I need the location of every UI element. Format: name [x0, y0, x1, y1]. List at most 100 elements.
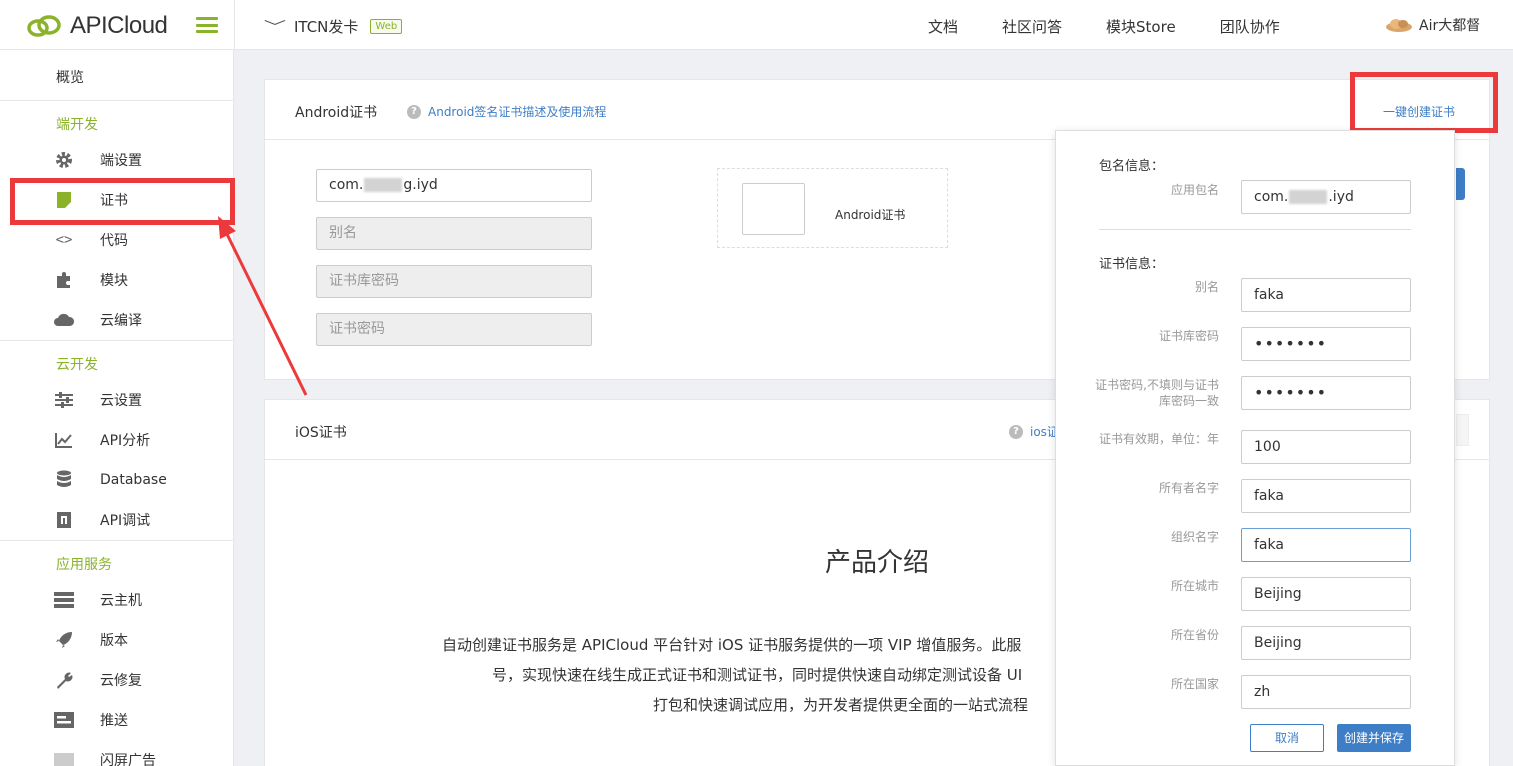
intro-line: 打包和快速调试应用，为开发者提供更全面的一站式流程 — [653, 696, 1029, 714]
chevron-down-icon: ﹀ — [263, 19, 287, 36]
sidebar-item-label: 推送 — [100, 713, 128, 729]
organization-field[interactable]: faka — [1241, 528, 1411, 562]
nav-community[interactable]: 社区问答 — [1002, 16, 1062, 37]
sidebar-item-overview[interactable]: 概览 — [56, 67, 84, 87]
field-label: 应用包名 — [1170, 183, 1219, 197]
sidebar-item-version[interactable]: 版本 — [0, 620, 234, 660]
sidebar-item-push[interactable]: 推送 — [0, 700, 234, 740]
province-field[interactable]: Beijing — [1241, 626, 1411, 660]
card-title: Android证书 — [295, 105, 378, 121]
cert-password-input[interactable]: 证书密码 — [316, 313, 592, 346]
puzzle-icon — [53, 269, 75, 291]
package-name-field[interactable]: com. .iyd — [1241, 180, 1411, 214]
top-nav: 文档 社区问答 模块Store 团队协作 — [928, 16, 1324, 37]
sliders-icon — [53, 389, 75, 411]
sidebar-item-api-debug[interactable]: API调试 — [0, 500, 234, 540]
sidebar-item-cloud-repair[interactable]: 云修复 — [0, 660, 234, 700]
cancel-button[interactable]: 取消 — [1250, 724, 1324, 752]
sidebar-item-label: 闪屏广告 — [100, 753, 156, 766]
package-name-input[interactable]: com. g.iyd — [316, 169, 592, 202]
section-cloud-dev: 云开发 — [56, 357, 98, 373]
package-suffix: .iyd — [412, 177, 438, 193]
nav-docs[interactable]: 文档 — [928, 16, 958, 37]
package-suffix: .iyd — [1328, 189, 1354, 205]
sidebar: 概览 端开发 端设置 证书 <> 代码 模块 云编译 云开发 云设置 API分析… — [0, 50, 234, 766]
package-prefix: com. — [329, 177, 364, 193]
package-prefix: com. — [1254, 189, 1289, 205]
push-icon — [53, 709, 75, 731]
alias-input[interactable]: 别名 — [316, 217, 592, 250]
top-bar: APICloud ﹀ ITCN发卡 Web 文档 社区问答 模块Store 团队… — [0, 0, 1513, 50]
sidebar-item-label: 模块 — [100, 273, 128, 289]
divider — [0, 100, 234, 101]
hamburger-menu-icon[interactable] — [196, 17, 218, 33]
server-icon — [53, 589, 75, 611]
divider — [0, 540, 234, 541]
field-label: 证书库密码 — [1158, 329, 1219, 343]
question-icon: ? — [407, 104, 421, 119]
sidebar-item-label: 云设置 — [100, 393, 142, 409]
redacted — [1289, 190, 1328, 204]
field-label: 证书有效期，单位：年 — [1098, 432, 1219, 446]
upload-box[interactable] — [742, 183, 805, 235]
cert-password-field[interactable]: ••••••• — [1241, 376, 1411, 410]
city-field[interactable]: Beijing — [1241, 577, 1411, 611]
cert-section-title: 证书信息： — [1099, 257, 1165, 272]
sidebar-item-label: 版本 — [100, 633, 128, 649]
field-label: 所在省份 — [1170, 628, 1219, 642]
web-badge: Web — [370, 19, 403, 34]
wrench-icon — [53, 669, 75, 691]
sidebar-item-label: API分析 — [100, 433, 151, 449]
user-menu[interactable]: Air大都督 — [1385, 15, 1480, 35]
sidebar-item-cloud-compile[interactable]: 云编译 — [0, 300, 234, 340]
partial-button[interactable] — [1456, 414, 1469, 446]
ios-help-link[interactable]: ? ios证 — [1009, 423, 1059, 440]
redacted — [364, 178, 403, 192]
project-name: ITCN发卡 — [294, 18, 359, 36]
highlight-box — [10, 178, 235, 225]
gear-icon — [53, 149, 75, 171]
package-mid: g — [403, 177, 413, 193]
sidebar-item-api-analysis[interactable]: API分析 — [0, 420, 234, 460]
country-field[interactable]: zh — [1241, 675, 1411, 709]
sidebar-item-cloud-settings[interactable]: 云设置 — [0, 380, 234, 420]
sidebar-item-database[interactable]: Database — [0, 460, 234, 500]
cloud-icon — [53, 309, 75, 331]
database-icon — [53, 469, 75, 491]
field-label: 所在国家 — [1170, 677, 1219, 691]
create-cert-popup: 包名信息： 应用包名 com. .iyd 证书信息： 别名 faka 证书库密码 … — [1055, 130, 1455, 766]
intro-title: 产品介绍 — [825, 548, 930, 578]
section-client-dev: 端开发 — [56, 117, 98, 133]
sidebar-item-label: 代码 — [100, 233, 128, 249]
field-label: 组织名字 — [1170, 530, 1219, 544]
card-title: iOS证书 — [295, 425, 347, 441]
partial-button[interactable] — [1456, 168, 1465, 200]
user-name: Air大都督 — [1419, 18, 1481, 34]
sidebar-item-code[interactable]: <> 代码 — [0, 220, 234, 260]
owner-name-field[interactable]: faka — [1241, 479, 1411, 513]
sidebar-item-client-settings[interactable]: 端设置 — [0, 140, 234, 180]
logo[interactable]: APICloud — [26, 12, 168, 40]
field-label: 证书密码,不填则与证书库密码一致 — [1095, 378, 1219, 408]
nav-module-store[interactable]: 模块Store — [1106, 16, 1176, 37]
sidebar-item-label: API调试 — [100, 513, 151, 529]
ad-icon — [53, 749, 75, 766]
keystore-password-input[interactable]: 证书库密码 — [316, 265, 592, 298]
nav-team[interactable]: 团队协作 — [1220, 16, 1280, 37]
sidebar-item-cloud-host[interactable]: 云主机 — [0, 580, 234, 620]
rocket-icon — [53, 629, 75, 651]
project-selector[interactable]: ﹀ ITCN发卡 Web — [264, 16, 403, 37]
validity-years-field[interactable]: 100 — [1241, 430, 1411, 464]
sidebar-item-modules[interactable]: 模块 — [0, 260, 234, 300]
alias-field[interactable]: faka — [1241, 278, 1411, 312]
android-cert-upload[interactable]: Android证书 — [717, 168, 948, 248]
package-section-title: 包名信息： — [1099, 159, 1165, 174]
divider — [0, 340, 234, 341]
keystore-password-field[interactable]: ••••••• — [1241, 327, 1411, 361]
section-app-services: 应用服务 — [56, 557, 112, 573]
field-label: 所在城市 — [1170, 579, 1219, 593]
android-help-link[interactable]: ? Android签名证书描述及使用流程 — [407, 103, 606, 120]
create-save-button[interactable]: 创建并保存 — [1337, 724, 1411, 752]
avatar — [1385, 17, 1413, 33]
sidebar-item-splash-ad[interactable]: 闪屏广告 — [0, 740, 234, 766]
